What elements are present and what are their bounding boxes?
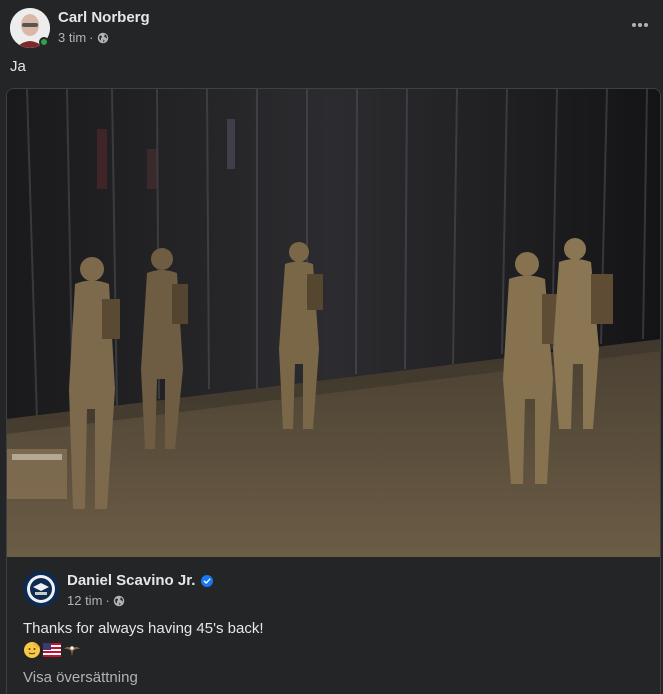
shared-post-text: Thanks for always having 45's back! xyxy=(23,620,264,637)
eagle-emoji xyxy=(64,646,80,656)
post-subline: 3 tim · xyxy=(58,30,150,46)
shared-post-body: Thanks for always having 45's back! xyxy=(23,619,263,660)
shared-separator-dot: · xyxy=(105,593,110,608)
us-flag-emoji xyxy=(43,643,61,657)
shared-post-card[interactable]: Daniel Scavino Jr. 12 tim · Thanks for a… xyxy=(6,88,661,694)
post-header: Carl Norberg 3 tim · xyxy=(10,8,150,48)
shared-avatar-image xyxy=(23,571,59,607)
shared-post-header: Daniel Scavino Jr. 12 tim · xyxy=(23,571,214,609)
shared-subline: 12 tim · xyxy=(67,593,213,609)
more-horizontal-icon xyxy=(632,23,648,27)
post-text: Ja xyxy=(10,58,26,75)
shared-author-name[interactable]: Daniel Scavino Jr. xyxy=(67,572,195,590)
post-timestamp[interactable]: 3 tim xyxy=(58,30,86,46)
globe-icon[interactable] xyxy=(113,595,125,607)
author-name[interactable]: Carl Norberg xyxy=(58,9,150,27)
shared-photo-illustration xyxy=(7,89,660,557)
globe-icon[interactable] xyxy=(97,32,109,44)
author-meta: Carl Norberg 3 tim · xyxy=(58,8,150,46)
shared-timestamp[interactable]: 12 tim xyxy=(67,593,102,609)
shared-author-meta: Daniel Scavino Jr. 12 tim · xyxy=(67,571,214,609)
shared-name-row: Daniel Scavino Jr. xyxy=(67,572,214,590)
separator-dot: · xyxy=(89,30,94,45)
author-avatar-wrap[interactable] xyxy=(10,8,50,48)
shared-author-avatar[interactable] xyxy=(23,571,59,607)
online-status-dot xyxy=(39,37,49,47)
verified-badge-icon xyxy=(201,575,214,587)
facebook-post: Carl Norberg 3 tim · Ja Daniel Scavino J… xyxy=(0,0,663,694)
see-translation-link[interactable]: Visa översättning xyxy=(23,669,138,686)
shared-emoji-row xyxy=(23,640,263,660)
shared-post-photo[interactable] xyxy=(7,89,660,557)
saluting-face-emoji xyxy=(24,642,40,658)
more-options-button[interactable] xyxy=(627,12,653,38)
